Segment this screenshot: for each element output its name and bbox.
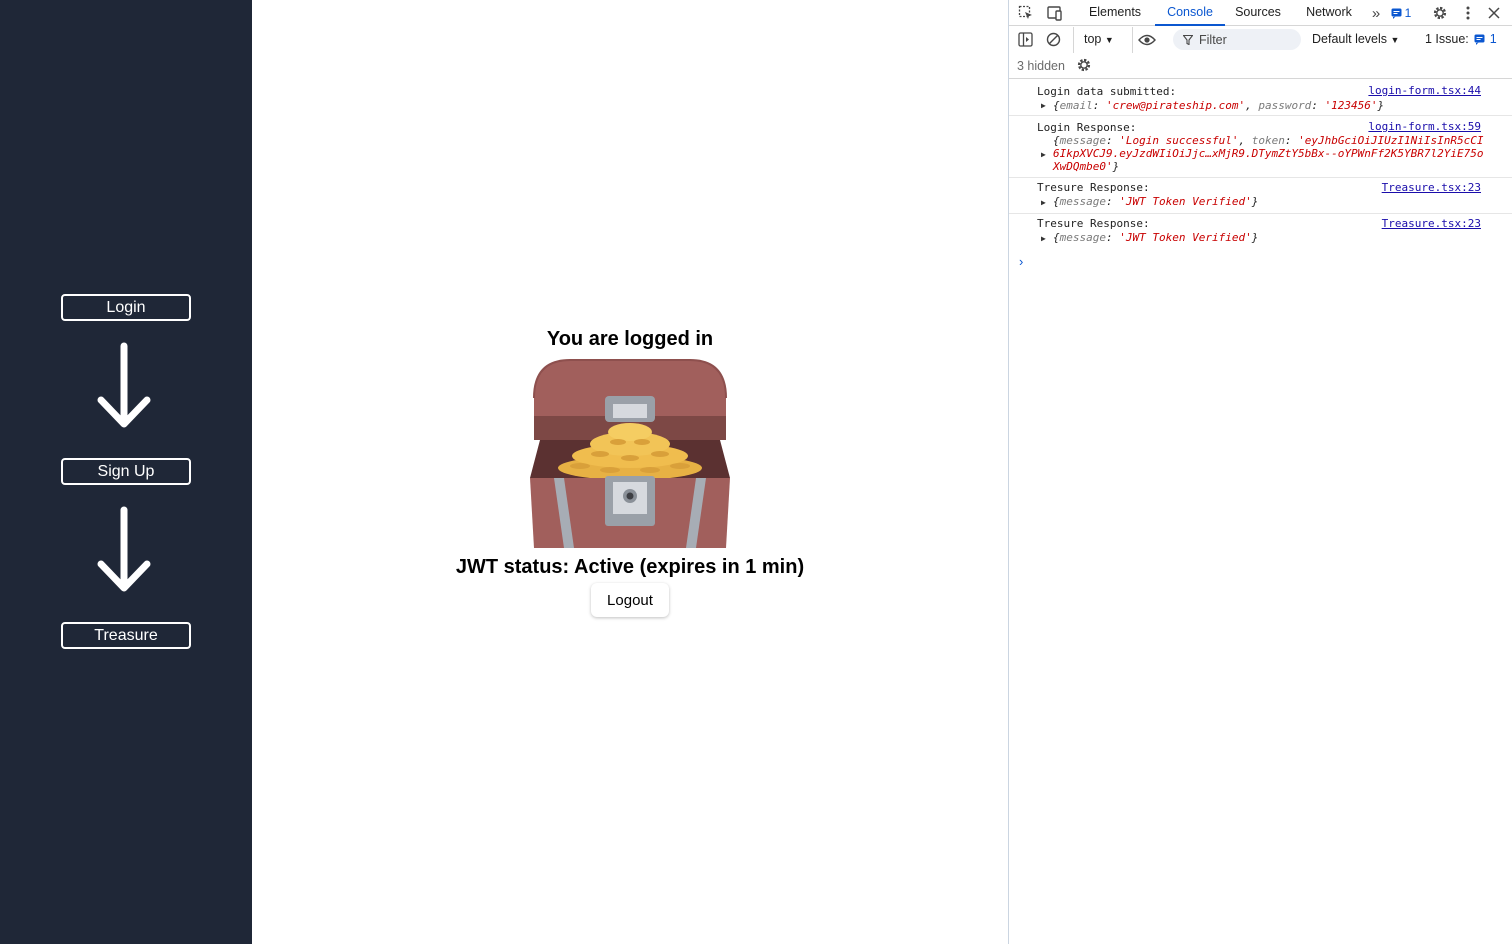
issues-counter[interactable]: 1 Issue: 1 (1425, 32, 1497, 46)
clear-console-icon[interactable] (1044, 30, 1062, 48)
device-toggle-icon[interactable] (1045, 4, 1063, 22)
log-object[interactable]: {message: 'JWT Token Verified'} (1053, 195, 1258, 208)
devtools-tabs-bar: Elements Console Sources Network » 1 (1009, 0, 1512, 26)
console-log-entry: Login Response: login-form.tsx:59 {messa… (1009, 116, 1512, 178)
tab-network[interactable]: Network (1299, 0, 1359, 26)
expand-triangle-icon[interactable]: ▶ (1041, 150, 1046, 159)
tab-console[interactable]: Console (1155, 0, 1225, 26)
hidden-count: 3 hidden (1017, 59, 1065, 73)
console-log-entry: Login data submitted: login-form.tsx:44 … (1009, 80, 1512, 116)
settings-icon[interactable] (1075, 56, 1093, 74)
log-source-link[interactable]: Treasure.tsx:23 (1382, 217, 1481, 230)
context-select[interactable]: top ▼ (1084, 32, 1114, 46)
log-object-line[interactable]: {message: 'Login successful', token: 'ey… (1053, 134, 1484, 147)
log-object[interactable]: {email: 'crew@pirateship.com', password:… (1053, 99, 1384, 112)
expand-triangle-icon[interactable]: ▶ (1041, 101, 1046, 110)
expand-triangle-icon[interactable]: ▶ (1041, 234, 1046, 243)
kebab-menu-icon[interactable] (1459, 4, 1477, 22)
tab-elements[interactable]: Elements (1083, 0, 1147, 26)
settings-icon[interactable] (1431, 4, 1449, 22)
log-source-link[interactable]: login-form.tsx:44 (1368, 84, 1481, 97)
issues-badge-icon (1474, 34, 1485, 45)
console-log-entry: Tresure Response: Treasure.tsx:23 ▶ {mes… (1009, 178, 1512, 214)
signup-nav-button[interactable]: Sign Up (61, 458, 191, 485)
issues-badge-count: 1 (1404, 6, 1412, 20)
console-prompt-icon[interactable]: › (1019, 254, 1023, 269)
log-message: Login Response: (1037, 121, 1137, 134)
log-source-link[interactable]: login-form.tsx:59 (1368, 120, 1481, 133)
log-message: Tresure Response: (1037, 217, 1150, 230)
chevron-down-icon: ▼ (1390, 35, 1400, 45)
hidden-messages-row: 3 hidden (1009, 53, 1512, 79)
eye-icon[interactable] (1137, 31, 1157, 49)
console-toolbar: top ▼ Filter Default levels ▼ 1 Issue: 1 (1009, 27, 1512, 53)
log-object-line: XwDQmbe0'} (1053, 160, 1120, 173)
log-source-link[interactable]: Treasure.tsx:23 (1382, 181, 1481, 194)
arrow-down-icon (97, 506, 151, 592)
more-tabs-icon[interactable]: » (1367, 4, 1385, 22)
devtools-panel: Elements Console Sources Network » 1 top… (1008, 0, 1512, 944)
filter-input[interactable]: Filter (1173, 29, 1301, 50)
inspect-icon[interactable] (1017, 4, 1035, 22)
log-levels-select[interactable]: Default levels ▼ (1312, 32, 1399, 46)
log-object[interactable]: {message: 'JWT Token Verified'} (1053, 231, 1258, 244)
jwt-status-text: JWT status: Active (expires in 1 min) (455, 556, 805, 578)
log-message: Login data submitted: (1037, 85, 1177, 98)
filter-icon (1183, 34, 1193, 45)
main-content: You are logged in JWT status: Active (ex… (252, 0, 1008, 944)
logout-button[interactable]: Logout (591, 583, 669, 617)
treasure-nav-button[interactable]: Treasure (61, 622, 191, 649)
sidebar: Login Sign Up Treasure (0, 0, 252, 944)
arrow-down-icon (97, 342, 151, 428)
sidebar-toggle-icon[interactable] (1016, 30, 1034, 48)
console-log-entry: Tresure Response: Treasure.tsx:23 ▶ {mes… (1009, 214, 1512, 250)
expand-triangle-icon[interactable]: ▶ (1041, 198, 1046, 207)
tab-sources[interactable]: Sources (1229, 0, 1287, 26)
log-message: Tresure Response: (1037, 181, 1150, 194)
log-object-line: 6IkpXVCJ9.eyJzdWIiOiJjc…xMjR9.DTymZtY5bB… (1053, 147, 1484, 160)
divider (1073, 27, 1074, 53)
page-heading: You are logged in (546, 328, 714, 350)
issues-badge-icon[interactable]: 1 (1389, 4, 1413, 22)
login-nav-button[interactable]: Login (61, 294, 191, 321)
divider (1132, 27, 1133, 53)
treasure-chest-icon (530, 359, 730, 548)
chevron-down-icon: ▼ (1104, 35, 1114, 45)
close-icon[interactable] (1485, 4, 1503, 22)
